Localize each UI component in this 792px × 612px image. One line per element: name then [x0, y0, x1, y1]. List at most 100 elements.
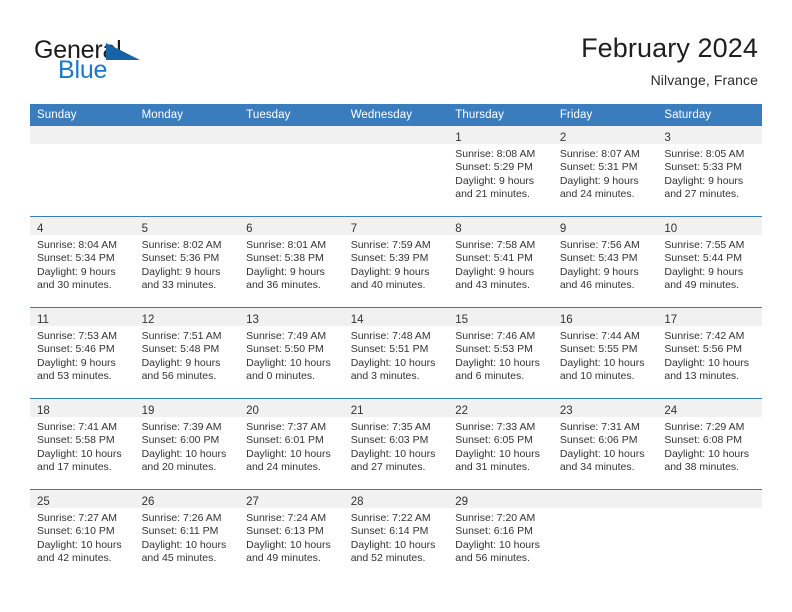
calendar-day-cell[interactable]: 10 Sunrise: 7:55 AM Sunset: 5:44 PM Dayligh… — [657, 216, 762, 308]
calendar-empty-cell — [343, 126, 449, 217]
weekday-header-thursday: Thursday — [448, 104, 553, 126]
page-title: February 2024 — [581, 33, 758, 63]
calendar-day-cell[interactable]: 13 Sunrise: 7:49 AM Sunset: 5:50 PM Dayligh… — [239, 307, 344, 399]
day-number-band — [30, 126, 135, 144]
sunset-text: Sunset: 5:53 PM — [455, 343, 533, 356]
sunset-text: Sunset: 6:16 PM — [455, 525, 533, 538]
calendar-day-cell[interactable]: 24 Sunrise: 7:29 AM Sunset: 6:08 PM Dayligh… — [657, 398, 762, 490]
day-details: Sunrise: 8:02 AM Sunset: 5:36 PM Daylight:… — [135, 235, 240, 292]
daylight-text-line1: Daylight: 9 hours — [455, 265, 535, 278]
day-number: 28 — [350, 496, 364, 508]
daylight-text-line2: and 40 minutes. — [350, 278, 426, 291]
sunrise-text: Sunrise: 8:08 AM — [455, 148, 536, 160]
calendar-day-cell[interactable]: 27 Sunrise: 7:24 AM Sunset: 6:13 PM Dayligh… — [239, 489, 344, 580]
day-number-band — [552, 490, 658, 508]
daylight-text-line1: Daylight: 9 hours — [141, 265, 221, 278]
day-details: Sunrise: 7:26 AM Sunset: 6:11 PM Daylight:… — [135, 508, 240, 565]
sunset-text: Sunset: 5:41 PM — [455, 252, 533, 265]
calendar-day-cell[interactable]: 22 Sunrise: 7:33 AM Sunset: 6:05 PM Dayligh… — [448, 398, 553, 490]
daylight-text-line2: and 27 minutes. — [664, 187, 740, 200]
day-cell-inner: 22 Sunrise: 7:33 AM Sunset: 6:05 PM Dayligh… — [448, 399, 553, 489]
general-blue-logo[interactable]: General Blue — [34, 38, 174, 86]
calendar-day-cell[interactable]: 12 Sunrise: 7:51 AM Sunset: 5:48 PM Dayligh… — [134, 307, 240, 399]
calendar-day-cell[interactable]: 6 Sunrise: 8:01 AM Sunset: 5:38 PM Daylight… — [239, 216, 344, 308]
daylight-text-line1: Daylight: 10 hours — [246, 447, 331, 460]
calendar-day-cell[interactable]: 21 Sunrise: 7:35 AM Sunset: 6:03 PM Dayligh… — [343, 398, 449, 490]
calendar-day-cell[interactable]: 5 Sunrise: 8:02 AM Sunset: 5:36 PM Daylight… — [134, 216, 240, 308]
day-number: 10 — [664, 223, 678, 235]
sunrise-text: Sunrise: 7:53 AM — [37, 330, 117, 342]
day-number: 29 — [455, 496, 469, 508]
calendar-day-cell[interactable]: 15 Sunrise: 7:46 AM Sunset: 5:53 PM Dayligh… — [448, 307, 553, 399]
day-cell-inner: 1 Sunrise: 8:08 AM Sunset: 5:29 PM Daylight… — [448, 126, 553, 216]
calendar-day-cell[interactable]: 3 Sunrise: 8:05 AM Sunset: 5:33 PM Daylight… — [657, 126, 762, 217]
daylight-text-line1: Daylight: 10 hours — [455, 538, 540, 551]
day-cell-inner: 15 Sunrise: 7:46 AM Sunset: 5:53 PM Dayligh… — [448, 308, 553, 398]
daylight-text-line1: Daylight: 10 hours — [350, 538, 436, 551]
calendar-day-cell[interactable]: 9 Sunrise: 7:56 AM Sunset: 5:43 PM Daylight… — [552, 216, 658, 308]
daylight-text-line1: Daylight: 10 hours — [455, 356, 540, 369]
daylight-text-line2: and 56 minutes. — [455, 551, 530, 564]
sunrise-text: Sunrise: 7:27 AM — [37, 512, 117, 524]
calendar-empty-cell — [30, 126, 135, 217]
daylight-text-line1: Daylight: 10 hours — [664, 447, 750, 460]
calendar-day-cell[interactable]: 26 Sunrise: 7:26 AM Sunset: 6:11 PM Dayligh… — [134, 489, 240, 580]
calendar-day-cell[interactable]: 23 Sunrise: 7:31 AM Sunset: 6:06 PM Dayligh… — [552, 398, 658, 490]
day-number: 16 — [559, 314, 573, 326]
sunrise-text: Sunrise: 7:24 AM — [246, 512, 327, 524]
day-number-band: 8 — [448, 217, 553, 235]
calendar-day-cell[interactable]: 25 Sunrise: 7:27 AM Sunset: 6:10 PM Dayligh… — [30, 489, 135, 580]
day-number-band: 22 — [448, 399, 553, 417]
calendar-day-cell[interactable]: 20 Sunrise: 7:37 AM Sunset: 6:01 PM Dayligh… — [239, 398, 344, 490]
daylight-text-line1: Daylight: 10 hours — [559, 356, 645, 369]
day-cell-inner: 14 Sunrise: 7:48 AM Sunset: 5:51 PM Dayligh… — [343, 308, 449, 398]
day-number: 12 — [141, 314, 155, 326]
daylight-text-line1: Daylight: 10 hours — [141, 538, 227, 551]
day-number-band: 3 — [657, 126, 762, 144]
day-cell-inner: 25 Sunrise: 7:27 AM Sunset: 6:10 PM Dayligh… — [30, 490, 135, 580]
calendar-day-cell[interactable]: 1 Sunrise: 8:08 AM Sunset: 5:29 PM Daylight… — [448, 126, 553, 217]
daylight-text-line1: Daylight: 9 hours — [559, 265, 639, 278]
calendar-week-row: 1 Sunrise: 8:08 AM Sunset: 5:29 PM Daylight… — [30, 126, 762, 217]
calendar-empty-cell — [552, 489, 658, 580]
daylight-text-line2: and 49 minutes. — [246, 551, 321, 564]
sunrise-text: Sunrise: 7:48 AM — [350, 330, 431, 342]
day-details: Sunrise: 7:49 AM Sunset: 5:50 PM Daylight:… — [239, 326, 344, 383]
calendar-day-cell[interactable]: 18 Sunrise: 7:41 AM Sunset: 5:58 PM Dayligh… — [30, 398, 135, 490]
day-number: 23 — [559, 405, 573, 417]
sunrise-sunset-calendar: Sunday Monday Tuesday Wednesday Thursday Frid… — [30, 104, 762, 580]
day-number-band — [657, 490, 762, 508]
calendar-day-cell[interactable]: 2 Sunrise: 8:07 AM Sunset: 5:31 PM Daylight… — [552, 126, 658, 217]
calendar-day-cell[interactable]: 8 Sunrise: 7:58 AM Sunset: 5:41 PM Daylight… — [448, 216, 553, 308]
daylight-text-line1: Daylight: 9 hours — [664, 265, 744, 278]
calendar-day-cell[interactable]: 4 Sunrise: 8:04 AM Sunset: 5:34 PM Daylight… — [30, 216, 135, 308]
calendar-day-cell[interactable]: 14 Sunrise: 7:48 AM Sunset: 5:51 PM Dayligh… — [343, 307, 449, 399]
weekday-header-monday: Monday — [134, 104, 240, 126]
calendar-empty-cell — [239, 126, 344, 217]
day-details: Sunrise: 7:20 AM Sunset: 6:16 PM Daylight:… — [448, 508, 553, 565]
sunset-text: Sunset: 6:11 PM — [141, 525, 219, 538]
day-number: 17 — [664, 314, 678, 326]
calendar-day-cell[interactable]: 17 Sunrise: 7:42 AM Sunset: 5:56 PM Dayligh… — [657, 307, 762, 399]
day-details: Sunrise: 7:55 AM Sunset: 5:44 PM Daylight:… — [657, 235, 762, 292]
day-cell-inner: 24 Sunrise: 7:29 AM Sunset: 6:08 PM Dayligh… — [657, 399, 762, 489]
day-number-band: 5 — [134, 217, 240, 235]
calendar-day-cell[interactable]: 11 Sunrise: 7:53 AM Sunset: 5:46 PM Dayligh… — [30, 307, 135, 399]
day-number: 11 — [37, 314, 49, 326]
calendar-day-cell[interactable]: 7 Sunrise: 7:59 AM Sunset: 5:39 PM Daylight… — [343, 216, 449, 308]
weekday-header-sunday: Sunday — [30, 104, 135, 126]
day-number: 4 — [37, 223, 44, 235]
day-number: 21 — [350, 405, 364, 417]
calendar-week-row: 18 Sunrise: 7:41 AM Sunset: 5:58 PM Dayligh… — [30, 398, 762, 490]
calendar-day-cell[interactable]: 16 Sunrise: 7:44 AM Sunset: 5:55 PM Dayligh… — [552, 307, 658, 399]
calendar-day-cell[interactable]: 28 Sunrise: 7:22 AM Sunset: 6:14 PM Dayligh… — [343, 489, 449, 580]
sunrise-text: Sunrise: 7:44 AM — [559, 330, 640, 342]
calendar-day-cell[interactable]: 19 Sunrise: 7:39 AM Sunset: 6:00 PM Dayligh… — [134, 398, 240, 490]
daylight-text-line2: and 10 minutes. — [559, 369, 635, 382]
day-details: Sunrise: 7:35 AM Sunset: 6:03 PM Daylight:… — [344, 417, 449, 474]
calendar-day-cell[interactable]: 29 Sunrise: 7:20 AM Sunset: 6:16 PM Dayligh… — [448, 489, 553, 580]
day-number: 25 — [37, 496, 50, 508]
sunset-text: Sunset: 5:33 PM — [664, 161, 743, 174]
sunset-text: Sunset: 6:01 PM — [246, 434, 324, 447]
day-number: 3 — [664, 132, 671, 144]
